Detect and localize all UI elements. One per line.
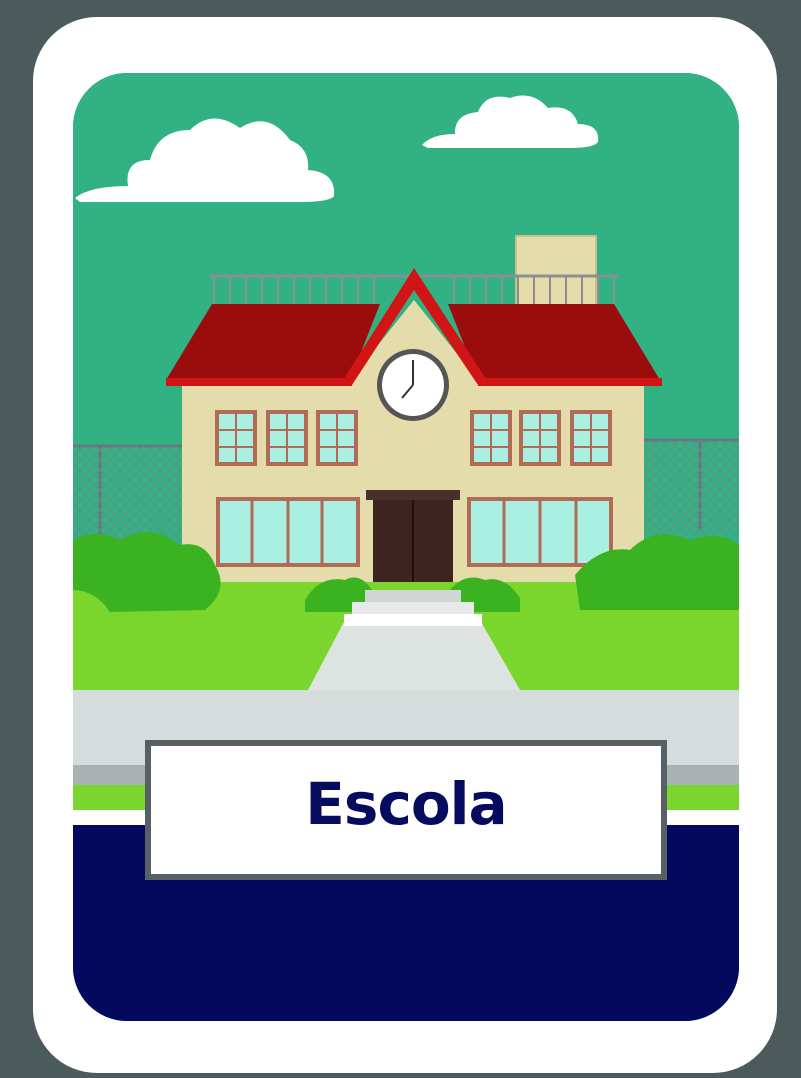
clock-icon [377,349,449,421]
card-label: Escola [305,770,507,838]
label-box: Escola [145,740,667,880]
door [366,490,460,590]
chimney [515,235,597,307]
